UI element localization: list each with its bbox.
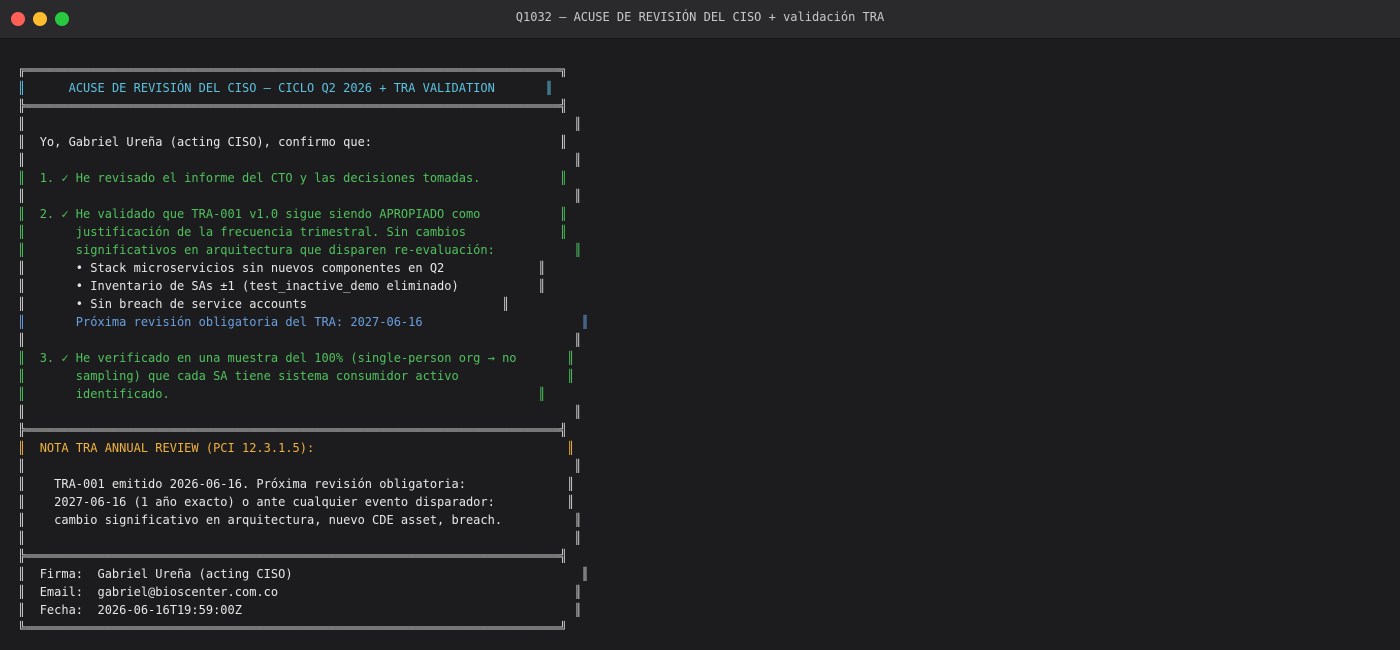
checklist-item-2-line-1: 2. ✓ He validado que TRA-001 v1.0 sigue … (39, 207, 481, 221)
nota-title: NOTA TRA ANNUAL REVIEW (PCI 12.3.1.5): (39, 441, 315, 455)
terminal-output: ╔═══════════════════════════════════════… (18, 61, 589, 637)
box-top-border: ╔═══════════════════════════════════════… (18, 63, 568, 77)
intro-text: Yo, Gabriel Ureña (acting CISO), confirm… (39, 135, 373, 149)
document-header: ACUSE DE REVISIÓN DEL CISO — CICLO Q2 20… (68, 81, 495, 95)
acuse-document: ╔═══════════════════════════════════════… (18, 63, 589, 635)
checklist-item-2-line-3: significativos en arquitectura que dispa… (39, 243, 495, 257)
checklist-item-2-line-2: justificación de la frecuencia trimestra… (39, 225, 466, 239)
header-divider: ╠═══════════════════════════════════════… (18, 99, 568, 113)
signature-email: Email: gabriel@bioscenter.com.co (39, 585, 279, 599)
header-row: ║ ACUSE DE REVISIÓN DEL CISO — CICLO Q2 … (18, 81, 553, 95)
checklist-item-1: 1. ✓ He revisado el informe del CTO y la… (39, 171, 481, 185)
signature-firma: Firma: Gabriel Ureña (acting CISO) (39, 567, 293, 581)
checklist-item-3-line-1: 3. ✓ He verificado en una muestra del 10… (39, 351, 517, 365)
nota-line: TRA-001 emitido 2026-06-16. Próxima revi… (39, 477, 466, 491)
window-title: Q1032 — ACUSE DE REVISIÓN DEL CISO + val… (515, 10, 885, 24)
nota-line: cambio significativo en arquitectura, nu… (39, 513, 503, 527)
bullet-item: • Sin breach de service accounts (39, 297, 307, 311)
checklist-item-3-line-2: sampling) que cada SA tiene sistema cons… (39, 369, 459, 383)
bullet-item: • Stack microservicios sin nuevos compon… (39, 261, 445, 275)
box-bottom-border: ╚═══════════════════════════════════════… (18, 621, 568, 635)
signature-divider: ╠═══════════════════════════════════════… (18, 549, 568, 563)
signature-fecha: Fecha: 2026-06-16T19:59:00Z (39, 603, 242, 617)
nota-divider: ╠═══════════════════════════════════════… (18, 423, 568, 437)
window-titlebar: Q1032 — ACUSE DE REVISIÓN DEL CISO + val… (0, 0, 1400, 39)
checklist-item-3-line-3: identificado. (39, 387, 170, 401)
next-tra-review: Próxima revisión obligatoria del TRA: 20… (39, 315, 423, 329)
bullet-item: • Inventario de SAs ±1 (test_inactive_de… (39, 279, 459, 293)
nota-line: 2027-06-16 (1 año exacto) o ante cualqui… (39, 495, 495, 509)
